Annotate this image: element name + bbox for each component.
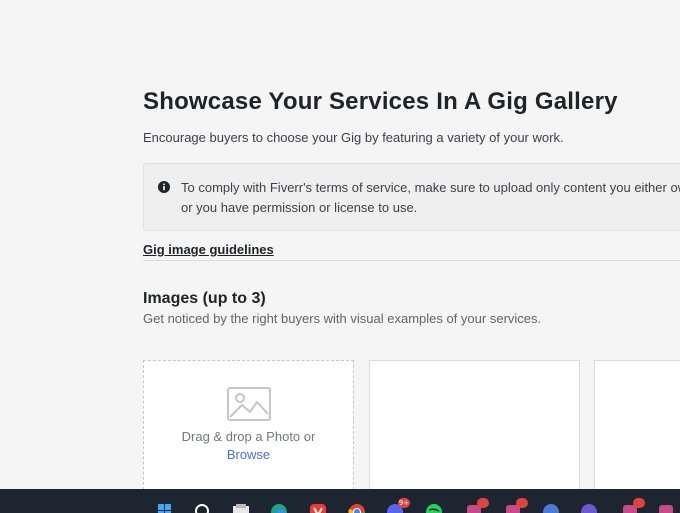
photo-icon bbox=[227, 387, 271, 421]
notification-badge bbox=[477, 498, 489, 508]
discord-notification-badge: 9+ bbox=[398, 498, 410, 508]
page-title: Showcase Your Services In A Gig Gallery bbox=[143, 88, 618, 115]
windows-taskbar: 9+ bbox=[0, 489, 680, 513]
notice-text: To comply with Fiverr's terms of service… bbox=[181, 180, 680, 215]
spotify-icon[interactable] bbox=[423, 501, 445, 513]
chrome-icon[interactable] bbox=[346, 501, 368, 513]
app-icon[interactable] bbox=[540, 501, 562, 513]
edge-browser-icon[interactable] bbox=[268, 501, 290, 513]
search-icon[interactable] bbox=[192, 501, 214, 513]
image-dropzone[interactable]: Drag & drop a Photo or Browse bbox=[143, 360, 354, 489]
app-icon[interactable] bbox=[578, 501, 600, 513]
vivaldi-icon[interactable] bbox=[307, 501, 329, 513]
app-icon[interactable] bbox=[656, 501, 678, 513]
image-slot-3[interactable] bbox=[594, 360, 680, 489]
image-slot-2[interactable] bbox=[369, 360, 580, 489]
dropzone-text: Drag & drop a Photo or bbox=[181, 429, 316, 444]
divider bbox=[143, 260, 680, 261]
gig-gallery-page: Showcase Your Services In A Gig Gallery … bbox=[0, 0, 680, 489]
terms-notice: To comply with Fiverr's terms of service… bbox=[143, 163, 680, 231]
browse-link[interactable]: Browse bbox=[144, 447, 353, 462]
notification-badge bbox=[516, 498, 528, 508]
images-section-description: Get noticed by the right buyers with vis… bbox=[143, 311, 542, 326]
page-subtitle: Encourage buyers to choose your Gig by f… bbox=[143, 130, 564, 145]
gig-image-guidelines-link[interactable]: Gig image guidelines bbox=[143, 242, 274, 257]
images-section-title: Images (up to 3) bbox=[143, 290, 266, 307]
windows-start-icon[interactable] bbox=[154, 501, 176, 513]
notification-badge bbox=[633, 498, 645, 508]
info-icon bbox=[158, 181, 170, 193]
file-explorer-icon[interactable] bbox=[230, 501, 252, 513]
